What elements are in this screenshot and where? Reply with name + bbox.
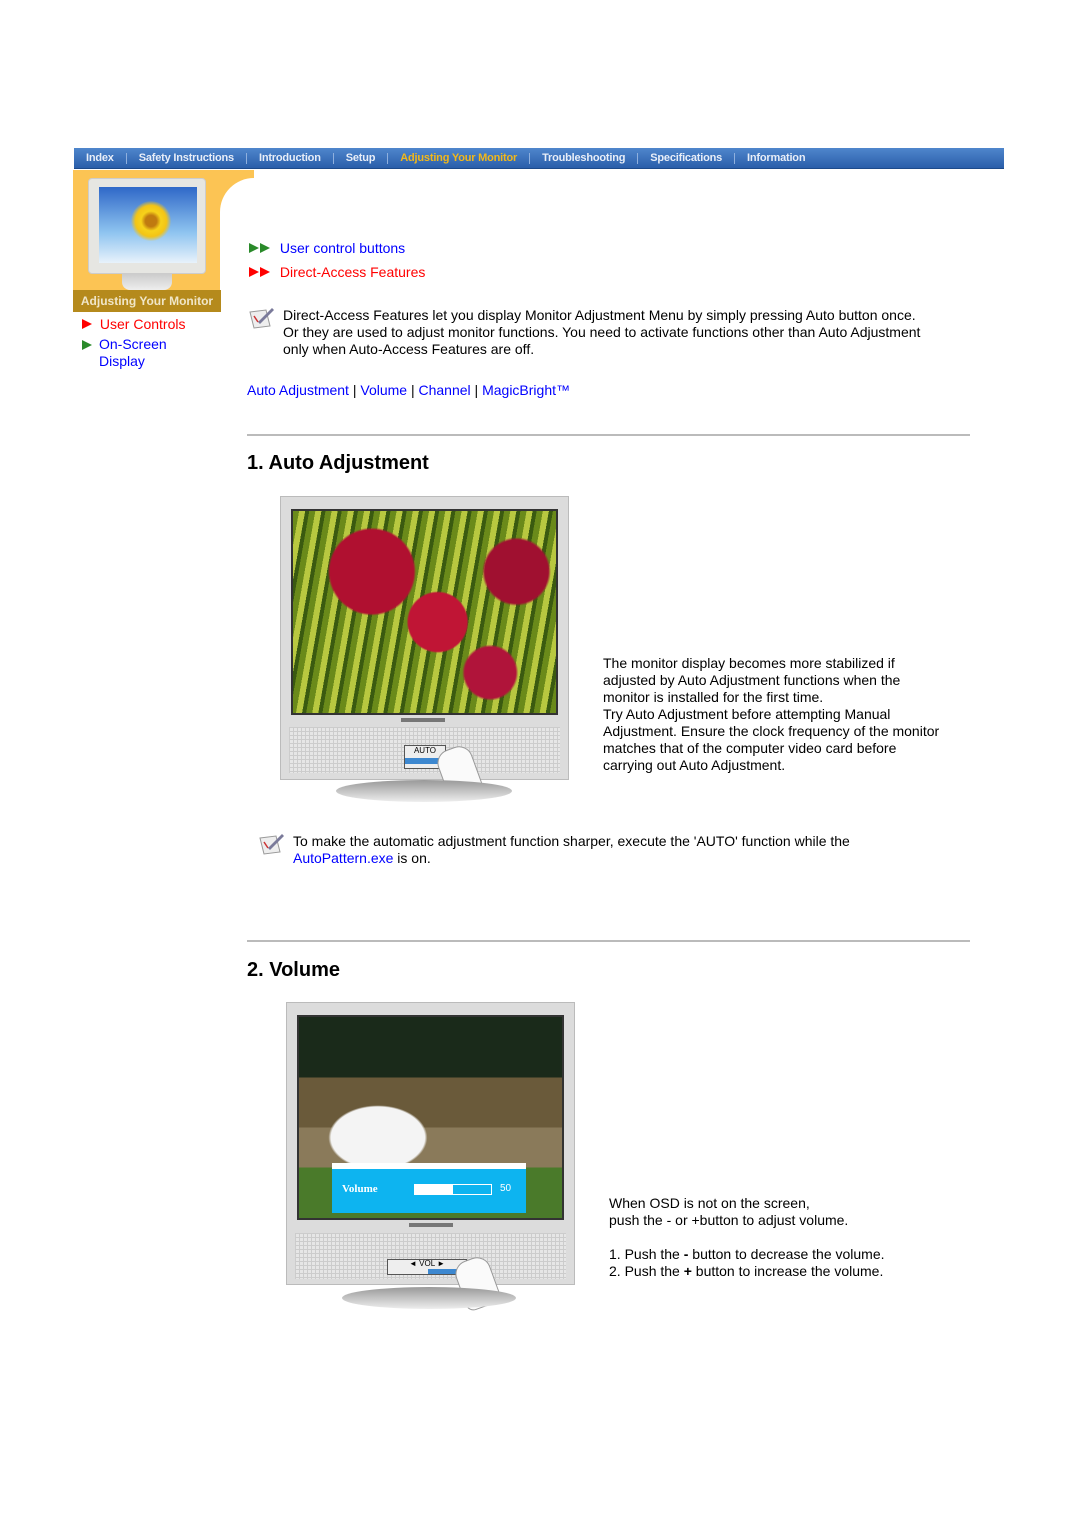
nav-adjusting-your-monitor[interactable]: Adjusting Your Monitor [388, 152, 529, 164]
banner-curve [220, 170, 290, 298]
divider [247, 434, 970, 436]
note-pencil-icon [249, 308, 274, 329]
volume-level-bar [414, 1184, 492, 1195]
link-volume[interactable]: Volume [360, 382, 407, 398]
screen [291, 509, 558, 715]
text-line: Try Auto Adjustment before attempting Ma… [603, 706, 891, 722]
button-label: VOL [419, 1259, 435, 1268]
text-line: monitor is installed for the first time. [603, 689, 824, 705]
auto-adjustment-note: To make the automatic adjustment functio… [293, 833, 850, 867]
sublink-user-control-buttons[interactable]: User control buttons [249, 240, 405, 256]
intro-line: Direct-Access Features let you display M… [283, 307, 916, 323]
intro-text: Direct-Access Features let you display M… [283, 307, 920, 358]
sublink-direct-access-features[interactable]: Direct-Access Features [249, 264, 425, 280]
arrow-icon [82, 340, 92, 350]
nav-troubleshooting[interactable]: Troubleshooting [530, 152, 637, 164]
text-line: The monitor display becomes more stabili… [603, 655, 895, 671]
autopattern-link[interactable]: AutoPattern.exe [293, 850, 393, 866]
sidebar-item-on-screen-display[interactable]: On-Screen Display [82, 336, 202, 370]
text-line: Adjustment. Ensure the clock frequency o… [603, 723, 940, 739]
link-magicbright[interactable]: MagicBright™ [482, 382, 570, 398]
screen: Volume 50 [297, 1015, 564, 1220]
nav-specifications[interactable]: Specifications [638, 152, 734, 164]
intro-line: only when Auto-Access Features are off. [283, 341, 535, 357]
nav-setup[interactable]: Setup [334, 152, 388, 164]
nav-safety-instructions[interactable]: Safety Instructions [127, 152, 246, 164]
double-arrow-icon [249, 243, 271, 253]
step-text: 2. Push the [609, 1263, 684, 1279]
text-line: carrying out Auto Adjustment. [603, 757, 786, 773]
nav-index[interactable]: Index [74, 152, 126, 164]
volume-osd: Volume 50 [332, 1163, 526, 1213]
text-line: When OSD is not on the screen, [609, 1195, 810, 1211]
section-title-volume: 2. Volume [247, 959, 340, 981]
note-pencil-icon [259, 834, 284, 855]
divider [247, 940, 970, 942]
step-text: 1. Push the [609, 1246, 684, 1262]
section-title-auto-adjustment: 1. Auto Adjustment [247, 452, 429, 474]
sublink-label: Direct-Access Features [279, 264, 426, 280]
note-text: To make the automatic adjustment functio… [293, 833, 850, 849]
monitor-stand [122, 274, 172, 290]
volume-level-fill [415, 1185, 453, 1194]
intro-line: Or they are used to adjust monitor funct… [283, 324, 921, 340]
double-arrow-icon [249, 267, 271, 277]
osd-label: Volume [342, 1183, 378, 1195]
brand-logo [409, 1223, 453, 1227]
sidebar-item-label: On-Screen Display [99, 336, 167, 369]
nav-information[interactable]: Information [735, 152, 817, 164]
monitor-stand [342, 1287, 516, 1309]
nav-introduction[interactable]: Introduction [247, 152, 333, 164]
auto-adjustment-monitor-image: AUTO [280, 496, 569, 802]
volume-description: When OSD is not on the screen, push the … [609, 1195, 885, 1280]
text-line: matches that of the computer video card … [603, 740, 897, 756]
step-text: button to increase the volume. [691, 1263, 884, 1279]
sidebar-caption: Adjusting Your Monitor [73, 290, 221, 312]
volume-monitor-image: Volume 50 ◄ VOL ► [286, 1002, 575, 1313]
monitor-illustration [88, 178, 206, 274]
top-nav: Index Safety Instructions Introduction S… [74, 148, 1004, 169]
section-anchor-links: Auto Adjustment | Volume | Channel | Mag… [247, 382, 570, 398]
link-channel[interactable]: Channel [419, 382, 471, 398]
osd-value: 50 [500, 1183, 512, 1194]
note-text: is on. [393, 850, 431, 866]
text-line: push the - or +button to adjust volume. [609, 1212, 849, 1228]
sidebar-item-label: User Controls [99, 316, 186, 332]
brand-logo [401, 718, 445, 722]
sidebar-item-user-controls[interactable]: User Controls [82, 316, 185, 332]
auto-adjustment-description: The monitor display becomes more stabili… [603, 655, 939, 774]
link-auto-adjustment[interactable]: Auto Adjustment [247, 382, 349, 398]
step-text: button to decrease the volume. [688, 1246, 885, 1262]
sublink-label: User control buttons [279, 240, 406, 256]
monitor-stand [336, 780, 512, 802]
arrow-icon [82, 319, 92, 329]
step-key: + [683, 1263, 692, 1279]
text-line: adjusted by Auto Adjustment functions wh… [603, 672, 901, 688]
button-label: AUTO [413, 746, 437, 755]
